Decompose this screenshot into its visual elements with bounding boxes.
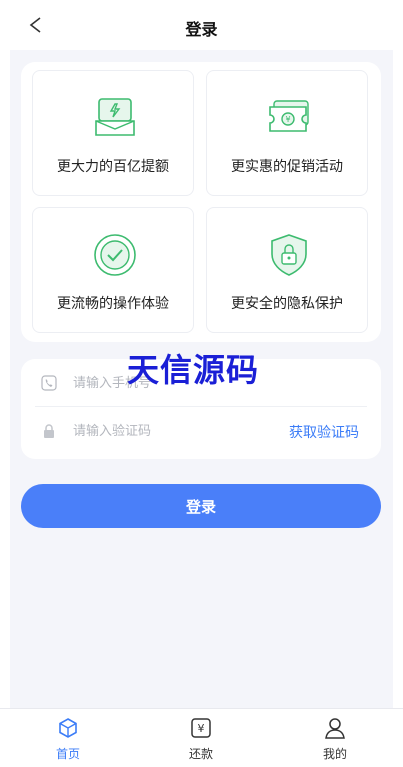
feature-label: 更大力的百亿提额 [57,159,169,175]
feature-label: 更实惠的促销活动 [231,159,343,175]
login-button[interactable]: 登录 [21,484,381,528]
svg-text:¥: ¥ [198,722,205,735]
bottom-tab-bar: 首页 ¥ 还款 我的 [0,708,403,767]
svg-text:¥: ¥ [285,115,290,124]
repay-icon: ¥ [191,718,211,738]
tab-label: 还款 [188,747,213,761]
watermark-text: 天信源码 [127,351,260,389]
shield-lock-icon [271,234,307,276]
feature-card-experience: 更流畅的操作体验 [32,207,194,333]
header-bar: 登录 [0,0,403,50]
feature-label: 更安全的隐私保护 [231,296,343,312]
code-field-row: 获取验证码 [35,407,367,455]
tab-home[interactable]: 首页 [1,709,135,767]
code-input[interactable] [73,419,273,443]
feature-label: 更流畅的操作体验 [57,296,169,312]
login-page: 登录 更大力的百亿提额 ¥ 更实惠的促销活动 更流畅的操作体验 更安全的隐私保护… [0,0,403,767]
user-icon [325,718,345,739]
page-title: 登录 [185,20,218,39]
tab-repay[interactable]: ¥ 还款 [134,709,268,767]
feature-card-credit: 更大力的百亿提额 [32,70,194,196]
cube-icon [59,718,77,738]
wallet-up-icon [95,98,135,136]
get-code-button[interactable]: 获取验证码 [289,422,359,442]
check-circle-icon [94,234,136,276]
tab-label: 我的 [322,747,347,761]
feature-card-privacy: 更安全的隐私保护 [206,207,368,333]
tab-mine[interactable]: 我的 [268,709,402,767]
phone-icon [41,375,57,391]
coupon-icon: ¥ [269,100,309,132]
feature-card-promotion: ¥ 更实惠的促销活动 [206,70,368,196]
lock-icon [44,424,54,438]
feature-panel: 更大力的百亿提额 ¥ 更实惠的促销活动 更流畅的操作体验 更安全的隐私保护 [21,62,381,342]
tab-label: 首页 [55,747,80,761]
